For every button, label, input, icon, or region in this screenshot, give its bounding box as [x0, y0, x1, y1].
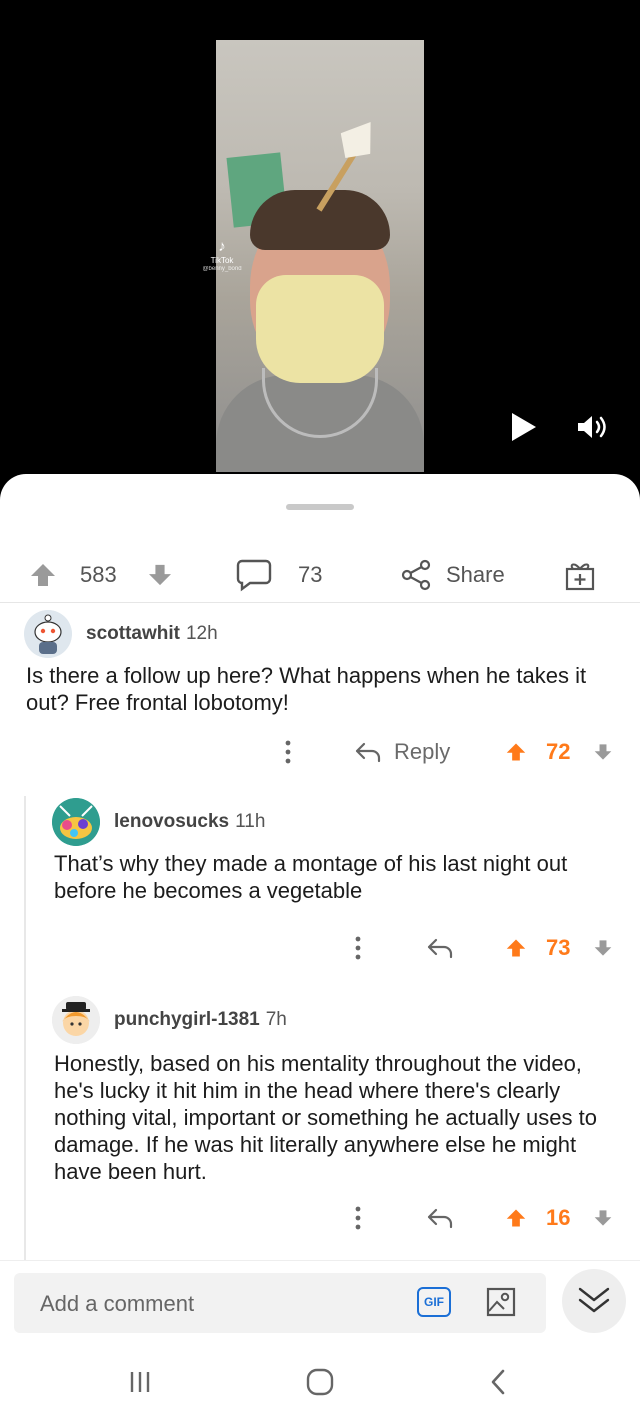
downvote-arrow-icon: [594, 1210, 612, 1226]
comment-more-button[interactable]: [346, 930, 370, 966]
gift-award-icon: [565, 563, 595, 591]
upvote-arrow-icon: [506, 1209, 526, 1227]
tiktok-logo-icon: ♪: [218, 238, 226, 255]
volume-icon[interactable]: [576, 414, 608, 440]
upvote-arrow-icon: [506, 939, 526, 957]
comment-body: That’s why they made a montage of his la…: [54, 851, 568, 903]
comment-upvote-button[interactable]: [506, 930, 526, 966]
comment-reply-button[interactable]: [426, 1200, 454, 1236]
double-chevron-down-icon: [578, 1287, 610, 1313]
downvote-arrow-icon: [149, 564, 171, 586]
back-icon: [491, 1369, 505, 1395]
comment-bubble-icon: [236, 559, 272, 592]
reply-label: Reply: [394, 739, 451, 764]
comment-downvote-button[interactable]: [594, 734, 612, 770]
sheet-drag-handle[interactable]: [286, 504, 354, 510]
avatar[interactable]: [52, 996, 100, 1044]
play-icon[interactable]: [512, 413, 536, 441]
comment-upvote-button[interactable]: [506, 1200, 526, 1236]
add-comment-placeholder: Add a comment: [40, 1291, 195, 1316]
comment-author[interactable]: punchygirl-1381: [114, 1009, 260, 1031]
video-scene-hair: [250, 190, 390, 250]
more-vertical-icon: [285, 740, 291, 764]
gif-button[interactable]: GIF: [417, 1287, 451, 1317]
comment-age: 11h: [235, 811, 266, 832]
tiktok-watermark: ♪ TikTok @benny_bond: [202, 238, 242, 273]
comment-downvote-button[interactable]: [594, 930, 612, 966]
snoo-avatar-icon: [52, 996, 100, 1044]
reply-arrow-icon: [427, 938, 453, 959]
thread-line[interactable]: [24, 796, 26, 1262]
collapse-comments-button[interactable]: [562, 1269, 626, 1333]
post-score: 583: [80, 562, 117, 587]
comment-actions: 16: [0, 1200, 640, 1236]
system-navigation-bar: [0, 1344, 640, 1422]
comment-more-button[interactable]: [346, 1200, 370, 1236]
comment-age: 12h: [185, 623, 218, 644]
avatar[interactable]: [24, 610, 72, 658]
comment-score: 73: [546, 935, 571, 960]
more-vertical-icon: [355, 936, 361, 960]
comment-reply-button[interactable]: Reply: [354, 734, 450, 770]
comment-author[interactable]: scottawhit: [86, 623, 180, 645]
action-bar-divider: [0, 602, 640, 603]
more-vertical-icon: [355, 1206, 361, 1230]
image-icon[interactable]: [486, 1287, 516, 1317]
back-button[interactable]: [468, 1362, 528, 1402]
downvote-button[interactable]: [148, 554, 172, 596]
tiktok-brand-text: TikTok: [210, 256, 234, 265]
add-comment-input[interactable]: Add a comment GIF: [14, 1273, 546, 1333]
recents-button[interactable]: [110, 1362, 170, 1402]
avatar[interactable]: [52, 798, 100, 846]
tiktok-handle-text: @benny_bond: [202, 265, 242, 272]
reply-arrow-icon: [355, 742, 381, 763]
post-action-bar: 583 73 Share: [0, 554, 640, 596]
home-icon: [306, 1368, 334, 1396]
comment-body: Is there a follow up here? What happens …: [26, 663, 587, 715]
comment-downvote-button[interactable]: [594, 1200, 612, 1236]
video-scene-mask: [256, 275, 384, 383]
snoo-avatar-icon: [52, 798, 100, 846]
share-label: Share: [446, 562, 505, 587]
comment-actions: 73: [0, 930, 640, 966]
comment-reply-button[interactable]: [426, 930, 454, 966]
comment-header: lenovosucks 11h: [52, 798, 265, 846]
comment-more-button[interactable]: [276, 734, 300, 770]
video-scene-dart-flight: [331, 112, 386, 169]
upvote-arrow-icon: [31, 564, 55, 586]
upvote-button[interactable]: [30, 554, 56, 596]
snoo-avatar-icon: [24, 610, 72, 658]
downvote-arrow-icon: [594, 744, 612, 760]
downvote-arrow-icon: [594, 940, 612, 956]
recents-icon: [130, 1372, 150, 1392]
comment-actions: Reply 72: [0, 734, 640, 770]
comment-body: Honestly, based on his mentality through…: [54, 1051, 597, 1184]
share-icon: [401, 559, 431, 591]
award-button[interactable]: [564, 554, 596, 596]
comment-age: 7h: [265, 1009, 287, 1030]
home-button[interactable]: [290, 1362, 350, 1402]
video-frame[interactable]: [216, 40, 424, 472]
comment-header: punchygirl-1381 7h: [52, 996, 287, 1044]
comment-header: scottawhit 12h: [24, 610, 218, 658]
comment-count: 73: [298, 562, 323, 587]
comments-button[interactable]: [236, 554, 272, 596]
upvote-arrow-icon: [506, 743, 526, 761]
video-player[interactable]: ♪ TikTok @benny_bond: [0, 0, 640, 500]
comment-score: 16: [546, 1205, 571, 1230]
comment-upvote-button[interactable]: [506, 734, 526, 770]
comment-score: 72: [546, 739, 571, 764]
share-button[interactable]: Share: [400, 554, 505, 596]
comments-sheet: 583 73 Share scottawhit 12h Is there a f…: [0, 474, 640, 1422]
comment-author[interactable]: lenovosucks: [114, 811, 229, 833]
reply-arrow-icon: [427, 1208, 453, 1229]
